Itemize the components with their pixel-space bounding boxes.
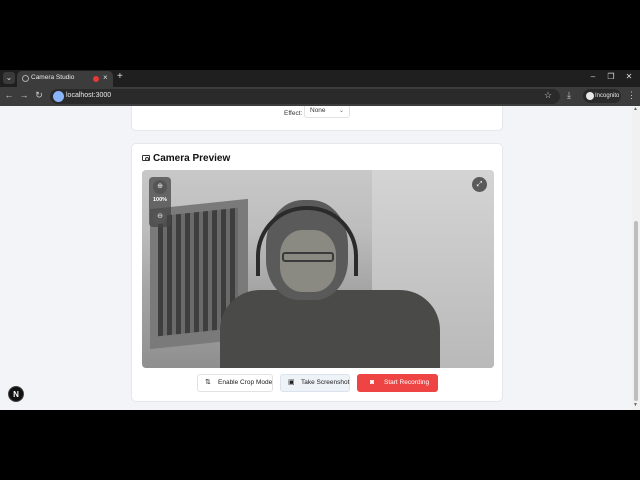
video-camera-icon: ◙ [370,379,375,386]
window-close-icon[interactable]: ✕ [623,72,635,81]
download-icon[interactable]: ⤓ [567,90,571,101]
fullscreen-icon[interactable]: ⤢ [472,177,487,192]
screenshot-label: Take Screenshot [301,379,350,386]
effect-label: Effect: [284,110,303,117]
video-person-body [220,290,440,368]
url-field[interactable]: localhost:3000 [50,89,560,104]
effect-value: None [310,107,326,114]
scroll-down-icon[interactable]: ▼ [633,402,638,408]
star-icon[interactable]: ☆ [544,90,552,101]
preview-title: Camera Preview [153,153,231,164]
letterbox-top [0,0,640,70]
recording-indicator-icon [93,76,99,82]
restore-icon[interactable]: ❐ [605,72,617,81]
incognito-label: Incognito [595,93,620,99]
page-content: Effect: None ⌄ Camera Preview ⊕ 100% ⊖ ⤢ [0,106,632,410]
take-screenshot-button[interactable]: ▣ Take Screenshot [280,374,350,392]
screenshot-icon: ▣ [288,379,295,386]
minimize-icon[interactable]: – [587,72,599,81]
zoom-level: 100% [152,197,168,203]
dev-tools-badge[interactable]: N [8,386,24,402]
enable-crop-mode-button[interactable]: ⇅ Enable Crop Mode [197,374,273,392]
scrollbar-thumb[interactable] [634,221,638,401]
controls-card: Effect: None ⌄ [131,106,503,131]
back-icon[interactable]: ← [3,90,15,100]
forward-icon[interactable]: → [18,90,30,100]
camera-icon [142,155,150,161]
zoom-controls: ⊕ 100% ⊖ [149,177,171,227]
start-recording-button[interactable]: ◙ Start Recording [357,374,438,392]
incognito-badge[interactable]: Incognito [583,89,621,103]
crop-icon: ⇅ [205,379,211,386]
crop-label: Enable Crop Mode [218,379,273,386]
tab-title: Camera Studio [31,74,75,81]
plus-icon[interactable]: + [117,71,123,82]
zoom-out-icon[interactable]: ⊖ [153,210,167,224]
url-text: localhost:3000 [66,92,112,99]
camera-video-feed[interactable]: ⊕ 100% ⊖ ⤢ [142,170,494,368]
tab-camera-studio[interactable]: Camera Studio × [17,71,113,87]
kebab-icon[interactable]: ⋮ [627,90,636,101]
record-label: Start Recording [384,379,430,386]
camera-preview-card: Camera Preview ⊕ 100% ⊖ ⤢ ⇅ Enable Crop … [131,143,503,402]
incognito-icon [586,92,594,100]
video-person-headset [256,206,358,276]
tab-menu-icon[interactable]: ⌄ [3,72,15,84]
globe-icon [22,75,29,82]
site-info-icon[interactable] [53,91,64,102]
effect-select[interactable]: None ⌄ [304,106,350,118]
page-scrollbar[interactable]: ▲ ▼ [632,106,640,410]
zoom-in-icon[interactable]: ⊕ [153,180,167,194]
reload-icon[interactable]: ↻ [33,90,45,101]
letterbox-bottom [0,410,640,480]
close-icon[interactable]: × [103,73,108,82]
chevron-down-icon: ⌄ [338,108,344,114]
scroll-up-icon[interactable]: ▲ [633,106,638,112]
